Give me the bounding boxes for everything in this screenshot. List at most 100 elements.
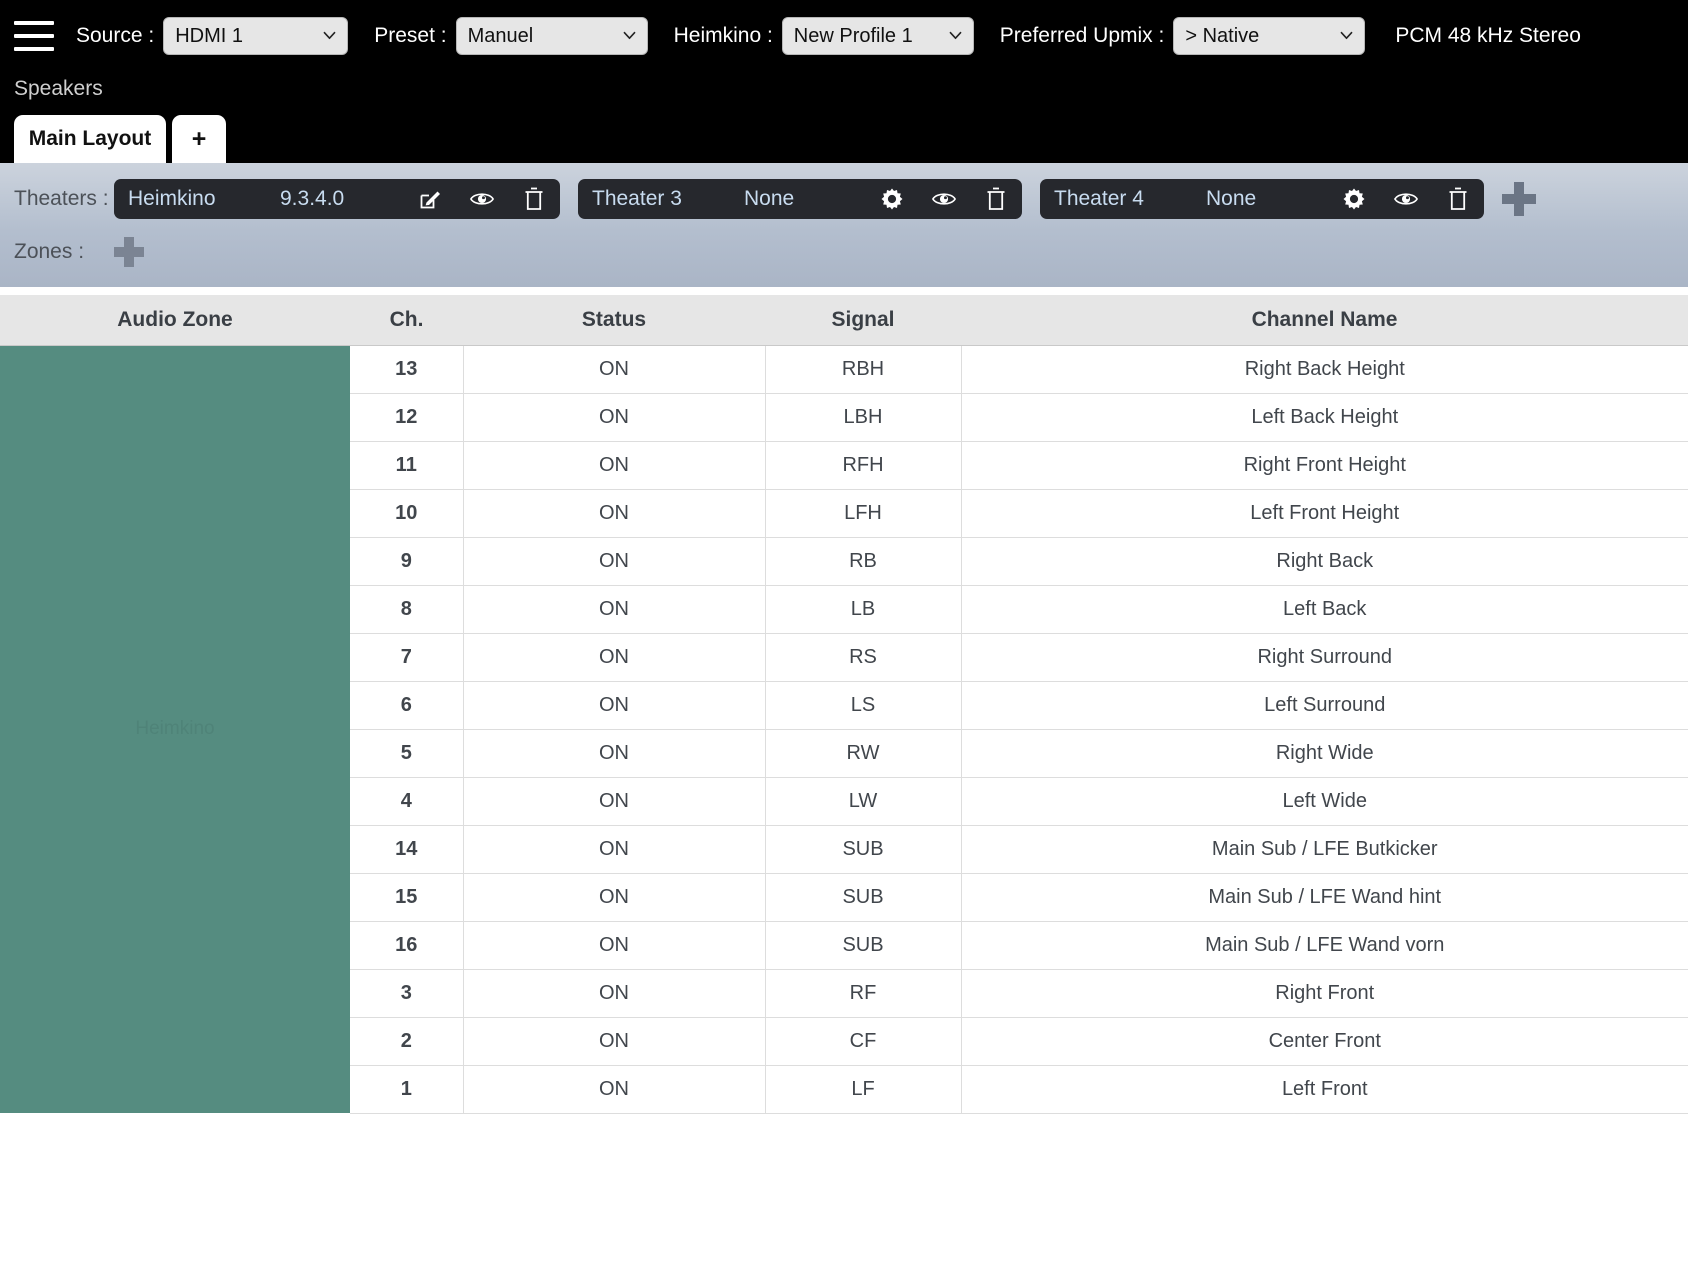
theater-config: None: [1206, 187, 1257, 210]
channel-status-cell: ON: [463, 1017, 766, 1066]
channel-signal-cell: SUB: [765, 921, 962, 970]
theater-config: 9.3.4.0: [280, 187, 345, 210]
channel-signal-cell: LB: [765, 585, 962, 634]
trash-icon[interactable]: [1446, 187, 1470, 211]
channel-number-cell: 7: [350, 633, 464, 682]
channel-signal-cell: LS: [765, 681, 962, 730]
preferred-upmix-label: Preferred Upmix :: [999, 24, 1165, 47]
channel-number-cell: 13: [350, 345, 464, 394]
audio-format-status: PCM 48 kHz Stereo: [1395, 24, 1581, 47]
channel-signal-cell: LF: [765, 1065, 962, 1114]
theater-name: Heimkino: [128, 187, 216, 210]
channel-signal-cell: LW: [765, 777, 962, 826]
channel-signal-cell: RB: [765, 537, 962, 586]
channel-status-cell: ON: [463, 873, 766, 922]
channel-number-cell: 5: [350, 729, 464, 778]
channel-name-cell: Left Front Height: [961, 489, 1688, 538]
preset-value: Manuel: [467, 24, 534, 47]
channel-number-cell: 10: [350, 489, 464, 538]
table-row[interactable]: Heimkino 13 ON RBH Right Back Height: [0, 345, 1688, 1113]
channel-name-cell: Right Surround: [961, 633, 1688, 682]
header-signal: Signal: [765, 295, 961, 346]
channel-name-cell: Right Back Height: [961, 345, 1688, 394]
theater-actions: [418, 187, 546, 211]
theaters-zones-panel: Theaters : Heimkino 9.3.4.0 Theater 3 No…: [0, 163, 1688, 287]
eye-icon[interactable]: [1394, 187, 1418, 211]
channel-number-cell: 14: [350, 825, 464, 874]
speakers-heading: Speakers: [14, 77, 103, 100]
theater-name: Theater 3: [592, 187, 682, 210]
channel-name-cell: Left Wide: [961, 777, 1688, 826]
channel-number-cell: 3: [350, 969, 464, 1018]
channel-number-cell: 15: [350, 873, 464, 922]
channel-name-cell: Left Surround: [961, 681, 1688, 730]
channel-status-cell: ON: [463, 441, 766, 490]
add-zone-button[interactable]: [114, 237, 144, 267]
theater-chip-theater-3[interactable]: Theater 3 None: [578, 179, 1022, 219]
preset-label: Preset :: [374, 24, 447, 47]
channel-status-cell: ON: [463, 777, 766, 826]
heimkino-profile-control: Heimkino : New Profile 1: [674, 17, 974, 55]
source-label: Source :: [76, 24, 155, 47]
theater-actions: [1342, 187, 1470, 211]
eye-icon[interactable]: [470, 187, 494, 211]
channel-table-body: Heimkino 13 ON RBH Right Back Height 12 ON LBH L…: [0, 345, 1688, 1114]
gear-icon[interactable]: [880, 187, 904, 211]
channel-number-cell: 11: [350, 441, 464, 490]
channel-name-cell: Left Front: [961, 1065, 1688, 1114]
source-select[interactable]: HDMI 1: [163, 17, 349, 55]
preset-select[interactable]: Manuel: [455, 17, 648, 55]
theater-config: None: [744, 187, 795, 210]
chevron-down-icon: [949, 31, 962, 40]
gear-icon[interactable]: [1342, 187, 1366, 211]
layout-tabbar: Main Layout +: [14, 115, 1688, 163]
channel-name-cell: Left Back Height: [961, 393, 1688, 442]
chevron-down-icon: [323, 31, 336, 40]
channel-status-cell: ON: [463, 633, 766, 682]
channel-status-cell: ON: [463, 681, 766, 730]
heimkino-profile-value: New Profile 1: [793, 24, 913, 47]
tab-main-layout[interactable]: Main Layout: [14, 115, 166, 163]
header-audio-zone: Audio Zone: [0, 295, 350, 346]
edit-icon[interactable]: [418, 187, 442, 211]
channel-status-cell: ON: [463, 921, 766, 970]
channel-status-cell: ON: [463, 729, 766, 778]
preset-control: Preset : Manuel: [374, 17, 648, 55]
trash-icon[interactable]: [984, 187, 1008, 211]
preferred-upmix-value: > Native: [1185, 24, 1260, 47]
channel-name-cell: Main Sub / LFE Butkicker: [961, 825, 1688, 874]
heimkino-label: Heimkino :: [673, 24, 773, 47]
channel-number-cell: 4: [350, 777, 464, 826]
channel-name-cell: Right Front Height: [961, 441, 1688, 490]
channel-signal-cell: LBH: [765, 393, 962, 442]
audio-zone-cell[interactable]: Heimkino: [0, 345, 350, 1113]
channel-status-cell: ON: [463, 489, 766, 538]
header-ch: Ch.: [350, 295, 463, 346]
channel-name-cell: Right Front: [961, 969, 1688, 1018]
preferred-upmix-select[interactable]: > Native: [1173, 17, 1366, 55]
channel-status-cell: ON: [463, 345, 766, 394]
tab-add-layout[interactable]: +: [172, 115, 226, 163]
channel-table: Audio Zone Ch. Status Signal Channel Nam…: [0, 295, 1688, 1114]
channel-number-cell: 16: [350, 921, 464, 970]
header-channel-name: Channel Name: [961, 295, 1688, 346]
trash-icon[interactable]: [522, 187, 546, 211]
channel-number-cell: 6: [350, 681, 464, 730]
theater-chip-heimkino[interactable]: Heimkino 9.3.4.0: [114, 179, 560, 219]
heimkino-profile-select[interactable]: New Profile 1: [781, 17, 974, 55]
theaters-row: Theaters : Heimkino 9.3.4.0 Theater 3 No…: [0, 163, 1688, 219]
chevron-down-icon: [1340, 31, 1353, 40]
hamburger-menu-icon[interactable]: [14, 21, 54, 51]
channel-status-cell: ON: [463, 969, 766, 1018]
theater-chip-theater-4[interactable]: Theater 4 None: [1040, 179, 1484, 219]
channel-status-cell: ON: [463, 393, 766, 442]
channel-status-cell: ON: [463, 585, 766, 634]
channel-signal-cell: RF: [765, 969, 962, 1018]
channel-number-cell: 9: [350, 537, 464, 586]
channel-status-cell: ON: [463, 1065, 766, 1114]
add-theater-button[interactable]: [1502, 182, 1536, 216]
eye-icon[interactable]: [932, 187, 956, 211]
channel-number-cell: 2: [350, 1017, 464, 1066]
preferred-upmix-control: Preferred Upmix : > Native: [1000, 17, 1366, 55]
channel-signal-cell: CF: [765, 1017, 962, 1066]
